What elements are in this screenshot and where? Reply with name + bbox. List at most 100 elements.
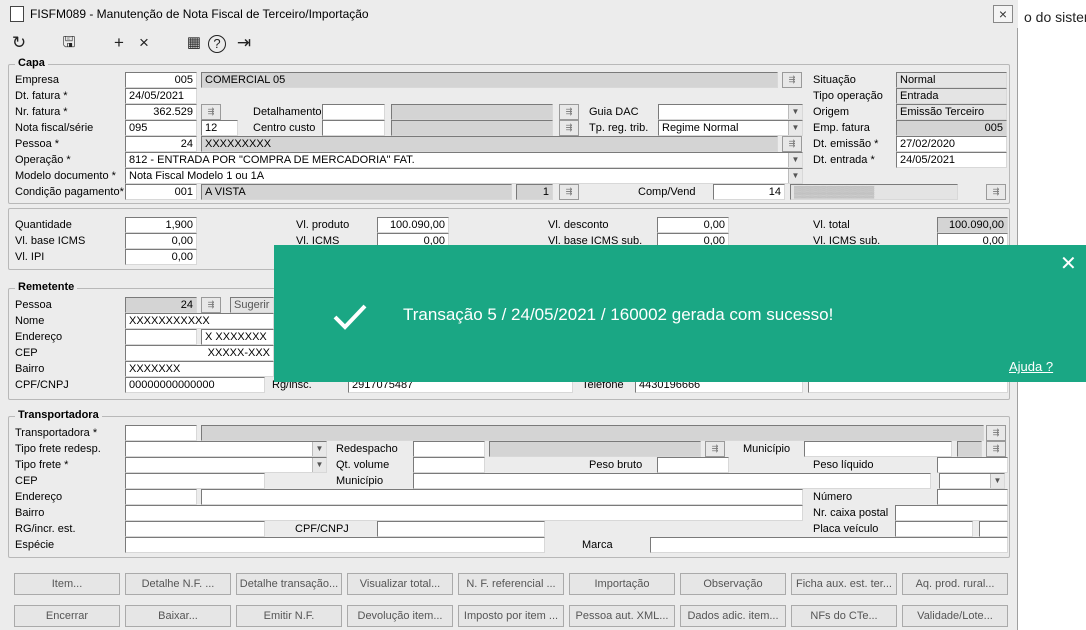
qt-volume-field[interactable]	[413, 457, 485, 473]
pessoa-code-field[interactable]: 24	[125, 136, 197, 152]
numero-field[interactable]	[937, 489, 1008, 505]
empresa-code-field[interactable]: 005	[125, 72, 197, 88]
dt-fatura-field[interactable]: 24/05/2021	[125, 88, 197, 104]
quantidade-field[interactable]: 1,900	[125, 217, 197, 233]
tr-endereco-field[interactable]	[201, 489, 803, 505]
redespacho-lookup-icon[interactable]: ⇶	[705, 441, 725, 457]
rem-nome-field[interactable]: XXXXXXXXXXX	[125, 313, 274, 329]
condicao-lookup-icon[interactable]: ⇶	[559, 184, 579, 200]
centro-custo-lookup-icon[interactable]: ⇶	[559, 120, 579, 136]
tr-municipio-label: Município	[336, 475, 384, 487]
operacao-select[interactable]: 812 - ENTRADA POR "COMPRA DE MERCADORIA"…	[125, 152, 803, 168]
action-button[interactable]: Ficha aux. est. ter...	[791, 573, 897, 595]
action-button[interactable]: Emitir N.F.	[236, 605, 342, 627]
comp-vend-lookup-icon[interactable]: ⇶	[986, 184, 1006, 200]
action-button[interactable]: Devolução item...	[347, 605, 453, 627]
modelo-select[interactable]: Nota Fiscal Modelo 1 ou 1A	[125, 168, 803, 184]
placa-field[interactable]	[895, 521, 973, 537]
desconto-field[interactable]: 0,00	[657, 217, 729, 233]
base-icms-field[interactable]: 0,00	[125, 233, 197, 249]
detalhamento-code-field[interactable]	[322, 104, 385, 120]
action-button[interactable]: Aq. prod. rural...	[902, 573, 1008, 595]
action-button[interactable]: N. F. referencial ...	[458, 573, 564, 595]
chevron-down-icon[interactable]: ▼	[312, 442, 326, 456]
action-button[interactable]: Validade/Lote...	[902, 605, 1008, 627]
rem-cpf-field[interactable]: 00000000000000	[125, 377, 265, 393]
capa-title: Capa	[15, 57, 48, 69]
tr-municipio-field[interactable]	[413, 473, 931, 489]
produto-field[interactable]: 100.090,00	[377, 217, 449, 233]
rem-cpf-label: CPF/CNPJ	[15, 379, 69, 391]
refresh-icon[interactable]: ↻	[8, 33, 30, 53]
action-button[interactable]: Baixar...	[125, 605, 231, 627]
tr-endereco-num-field[interactable]	[125, 489, 197, 505]
chevron-down-icon[interactable]: ▼	[788, 153, 802, 167]
tr-transportadora-lookup-icon[interactable]: ⇶	[986, 425, 1006, 441]
action-button[interactable]: Pessoa aut. XML...	[569, 605, 675, 627]
caixa-postal-field[interactable]	[895, 505, 1008, 521]
redespacho-code-field[interactable]	[413, 441, 485, 457]
tipo-frete-select[interactable]	[125, 457, 327, 473]
nota-fiscal-field[interactable]: 095	[125, 120, 197, 136]
action-button[interactable]: NFs do CTe...	[791, 605, 897, 627]
pessoa-lookup-icon[interactable]: ⇶	[782, 136, 802, 152]
tr-transportadora-code-field[interactable]	[125, 425, 197, 441]
action-button[interactable]: Item...	[14, 573, 120, 595]
detalhamento-lookup-icon[interactable]: ⇶	[559, 104, 579, 120]
tr-cpf-field[interactable]	[377, 521, 545, 537]
tp-reg-select[interactable]: Regime Normal	[658, 120, 803, 136]
nr-fatura-field[interactable]: 362.529	[125, 104, 197, 120]
guia-dac-select[interactable]	[658, 104, 803, 120]
rem-pessoa-lookup-icon[interactable]: ⇶	[201, 297, 221, 313]
action-button[interactable]: Dados adic. item...	[680, 605, 786, 627]
action-button[interactable]: Encerrar	[14, 605, 120, 627]
empresa-lookup-icon[interactable]: ⇶	[782, 72, 802, 88]
tr-bairro-field[interactable]	[125, 505, 803, 521]
rem-endereco-field[interactable]: X XXXXXXX	[201, 329, 274, 345]
save-icon[interactable]: 🖫	[58, 33, 80, 53]
marca-field[interactable]	[650, 537, 1008, 553]
action-button[interactable]: Imposto por item ...	[458, 605, 564, 627]
add-icon[interactable]: +	[108, 33, 130, 53]
chevron-down-icon[interactable]: ▼	[312, 458, 326, 472]
serie-field[interactable]: 12	[201, 120, 238, 136]
especie-field[interactable]	[125, 537, 545, 553]
action-button[interactable]: Importação	[569, 573, 675, 595]
comp-vend-field[interactable]: 14	[713, 184, 785, 200]
action-button[interactable]: Detalhe transação...	[236, 573, 342, 595]
toast-close-icon[interactable]: ✕	[1060, 251, 1077, 276]
dt-entrada-field[interactable]: 24/05/2021	[896, 152, 1007, 168]
help-icon[interactable]: ?	[208, 35, 226, 53]
cancel-icon[interactable]: ×	[133, 33, 155, 53]
rem-cep-field[interactable]: XXXXX-XXX	[125, 345, 274, 361]
peso-liquido-field[interactable]	[937, 457, 1008, 473]
tr-rg-field[interactable]	[125, 521, 265, 537]
action-button[interactable]: Detalhe N.F. ...	[125, 573, 231, 595]
rem-endereco-num-field[interactable]	[125, 329, 197, 345]
nr-fatura-lookup-icon[interactable]: ⇶	[201, 104, 221, 120]
rem-bairro-field[interactable]: XXXXXXX	[125, 361, 274, 377]
peso-bruto-field[interactable]	[657, 457, 729, 473]
nota-fiscal-label: Nota fiscal/série	[15, 122, 94, 134]
chevron-down-icon[interactable]: ▼	[788, 169, 802, 183]
ipi-field[interactable]: 0,00	[125, 249, 197, 265]
centro-custo-code-field[interactable]	[322, 120, 385, 136]
exit-icon[interactable]: ⇥	[233, 33, 255, 53]
placa-uf-field[interactable]	[979, 521, 1008, 537]
chevron-down-icon[interactable]: ▼	[990, 474, 1004, 488]
dt-emissao-field[interactable]: 27/02/2020	[896, 136, 1007, 152]
tp-reg-label: Tp. reg. trib.	[589, 122, 649, 134]
chevron-down-icon[interactable]: ▼	[788, 121, 802, 135]
tipo-frete-redesp-select[interactable]	[125, 441, 327, 457]
toast-help-link[interactable]: Ajuda ?	[1009, 359, 1053, 374]
sugerir-button[interactable]: Sugerir	[230, 297, 274, 313]
close-window-button[interactable]: ×	[993, 5, 1013, 23]
tr-cep-field[interactable]	[125, 473, 265, 489]
municipio2-field[interactable]	[804, 441, 952, 457]
municipio2-lookup-icon[interactable]: ⇶	[986, 441, 1006, 457]
condicao-code-field[interactable]: 001	[125, 184, 197, 200]
calendar-icon[interactable]: ▦	[183, 33, 205, 53]
action-button[interactable]: Visualizar total...	[347, 573, 453, 595]
chevron-down-icon[interactable]: ▼	[788, 105, 802, 119]
action-button[interactable]: Observação	[680, 573, 786, 595]
